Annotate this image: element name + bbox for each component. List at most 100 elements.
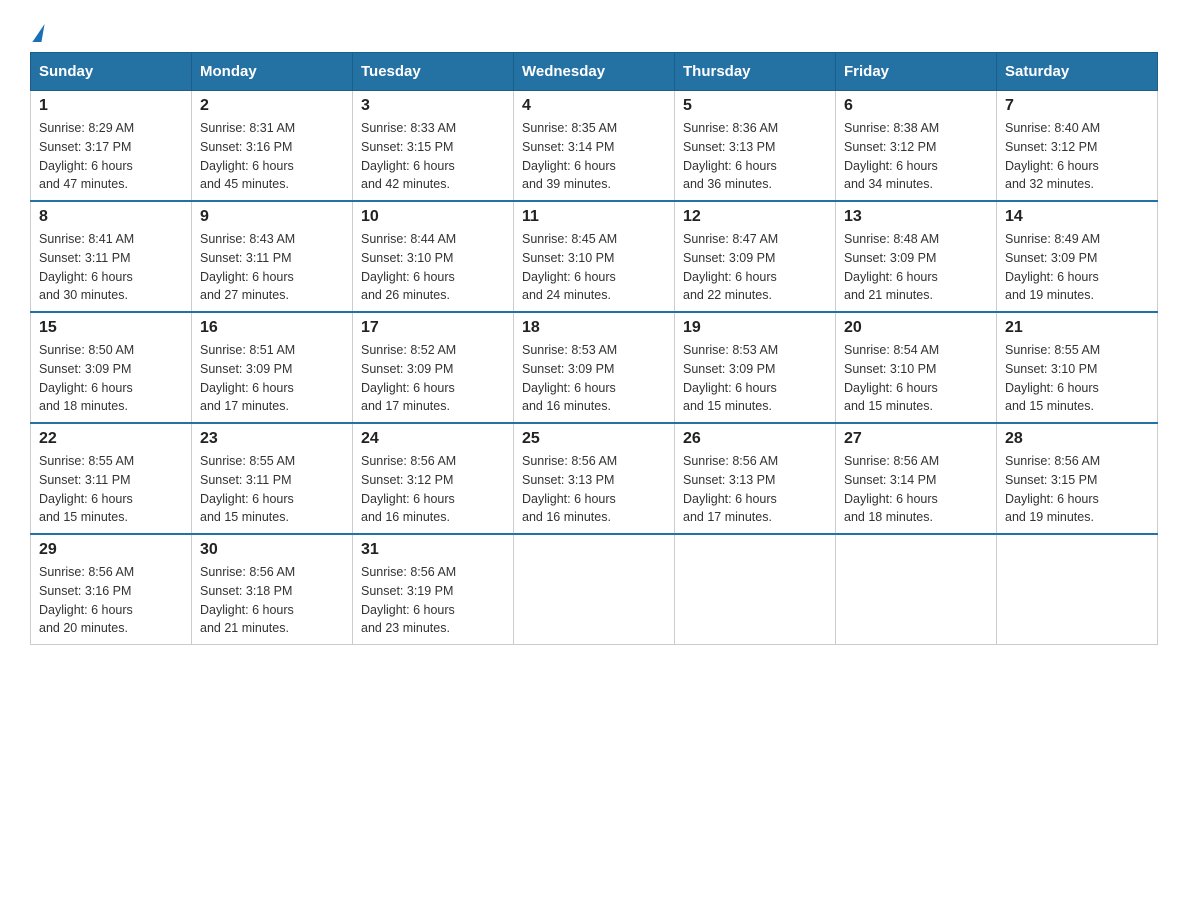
calendar-cell: 24 Sunrise: 8:56 AM Sunset: 3:12 PM Dayl… [353, 423, 514, 534]
day-number: 26 [683, 430, 827, 448]
calendar-cell: 27 Sunrise: 8:56 AM Sunset: 3:14 PM Dayl… [836, 423, 997, 534]
day-info: Sunrise: 8:45 AM Sunset: 3:10 PM Dayligh… [522, 230, 666, 305]
day-number: 1 [39, 97, 183, 115]
calendar-cell: 31 Sunrise: 8:56 AM Sunset: 3:19 PM Dayl… [353, 534, 514, 645]
day-number: 10 [361, 208, 505, 226]
day-number: 3 [361, 97, 505, 115]
day-info: Sunrise: 8:41 AM Sunset: 3:11 PM Dayligh… [39, 230, 183, 305]
calendar-week-row: 29 Sunrise: 8:56 AM Sunset: 3:16 PM Dayl… [31, 534, 1158, 645]
calendar-cell: 15 Sunrise: 8:50 AM Sunset: 3:09 PM Dayl… [31, 312, 192, 423]
day-number: 19 [683, 319, 827, 337]
calendar-cell: 29 Sunrise: 8:56 AM Sunset: 3:16 PM Dayl… [31, 534, 192, 645]
calendar-week-row: 1 Sunrise: 8:29 AM Sunset: 3:17 PM Dayli… [31, 91, 1158, 202]
calendar-table: SundayMondayTuesdayWednesdayThursdayFrid… [30, 52, 1158, 645]
calendar-cell: 3 Sunrise: 8:33 AM Sunset: 3:15 PM Dayli… [353, 91, 514, 202]
day-info: Sunrise: 8:56 AM Sunset: 3:15 PM Dayligh… [1005, 452, 1149, 527]
calendar-cell: 6 Sunrise: 8:38 AM Sunset: 3:12 PM Dayli… [836, 91, 997, 202]
day-info: Sunrise: 8:40 AM Sunset: 3:12 PM Dayligh… [1005, 119, 1149, 194]
calendar-cell: 25 Sunrise: 8:56 AM Sunset: 3:13 PM Dayl… [514, 423, 675, 534]
weekday-header-sunday: Sunday [31, 53, 192, 91]
day-number: 15 [39, 319, 183, 337]
day-number: 5 [683, 97, 827, 115]
day-info: Sunrise: 8:35 AM Sunset: 3:14 PM Dayligh… [522, 119, 666, 194]
calendar-cell [836, 534, 997, 645]
day-number: 6 [844, 97, 988, 115]
day-number: 8 [39, 208, 183, 226]
day-number: 24 [361, 430, 505, 448]
day-info: Sunrise: 8:56 AM Sunset: 3:16 PM Dayligh… [39, 563, 183, 638]
day-number: 31 [361, 541, 505, 559]
day-number: 2 [200, 97, 344, 115]
calendar-week-row: 15 Sunrise: 8:50 AM Sunset: 3:09 PM Dayl… [31, 312, 1158, 423]
day-number: 12 [683, 208, 827, 226]
day-number: 16 [200, 319, 344, 337]
calendar-cell [514, 534, 675, 645]
day-number: 17 [361, 319, 505, 337]
day-info: Sunrise: 8:49 AM Sunset: 3:09 PM Dayligh… [1005, 230, 1149, 305]
day-info: Sunrise: 8:51 AM Sunset: 3:09 PM Dayligh… [200, 341, 344, 416]
day-number: 28 [1005, 430, 1149, 448]
day-info: Sunrise: 8:55 AM Sunset: 3:10 PM Dayligh… [1005, 341, 1149, 416]
day-info: Sunrise: 8:36 AM Sunset: 3:13 PM Dayligh… [683, 119, 827, 194]
day-info: Sunrise: 8:38 AM Sunset: 3:12 PM Dayligh… [844, 119, 988, 194]
day-info: Sunrise: 8:56 AM Sunset: 3:18 PM Dayligh… [200, 563, 344, 638]
day-info: Sunrise: 8:48 AM Sunset: 3:09 PM Dayligh… [844, 230, 988, 305]
weekday-header-tuesday: Tuesday [353, 53, 514, 91]
day-info: Sunrise: 8:56 AM Sunset: 3:19 PM Dayligh… [361, 563, 505, 638]
weekday-header-wednesday: Wednesday [514, 53, 675, 91]
calendar-cell: 7 Sunrise: 8:40 AM Sunset: 3:12 PM Dayli… [997, 91, 1158, 202]
calendar-cell: 28 Sunrise: 8:56 AM Sunset: 3:15 PM Dayl… [997, 423, 1158, 534]
calendar-cell: 17 Sunrise: 8:52 AM Sunset: 3:09 PM Dayl… [353, 312, 514, 423]
day-number: 11 [522, 208, 666, 226]
calendar-cell: 8 Sunrise: 8:41 AM Sunset: 3:11 PM Dayli… [31, 201, 192, 312]
day-info: Sunrise: 8:56 AM Sunset: 3:14 PM Dayligh… [844, 452, 988, 527]
day-number: 18 [522, 319, 666, 337]
calendar-cell: 30 Sunrise: 8:56 AM Sunset: 3:18 PM Dayl… [192, 534, 353, 645]
calendar-cell [675, 534, 836, 645]
day-info: Sunrise: 8:56 AM Sunset: 3:13 PM Dayligh… [683, 452, 827, 527]
weekday-header-thursday: Thursday [675, 53, 836, 91]
calendar-cell [997, 534, 1158, 645]
calendar-cell: 9 Sunrise: 8:43 AM Sunset: 3:11 PM Dayli… [192, 201, 353, 312]
day-info: Sunrise: 8:31 AM Sunset: 3:16 PM Dayligh… [200, 119, 344, 194]
calendar-cell: 19 Sunrise: 8:53 AM Sunset: 3:09 PM Dayl… [675, 312, 836, 423]
day-number: 22 [39, 430, 183, 448]
day-info: Sunrise: 8:29 AM Sunset: 3:17 PM Dayligh… [39, 119, 183, 194]
calendar-cell: 23 Sunrise: 8:55 AM Sunset: 3:11 PM Dayl… [192, 423, 353, 534]
day-number: 20 [844, 319, 988, 337]
calendar-week-row: 22 Sunrise: 8:55 AM Sunset: 3:11 PM Dayl… [31, 423, 1158, 534]
calendar-week-row: 8 Sunrise: 8:41 AM Sunset: 3:11 PM Dayli… [31, 201, 1158, 312]
weekday-header-saturday: Saturday [997, 53, 1158, 91]
weekday-header-row: SundayMondayTuesdayWednesdayThursdayFrid… [31, 53, 1158, 91]
calendar-cell: 20 Sunrise: 8:54 AM Sunset: 3:10 PM Dayl… [836, 312, 997, 423]
calendar-cell: 22 Sunrise: 8:55 AM Sunset: 3:11 PM Dayl… [31, 423, 192, 534]
calendar-cell: 16 Sunrise: 8:51 AM Sunset: 3:09 PM Dayl… [192, 312, 353, 423]
day-info: Sunrise: 8:54 AM Sunset: 3:10 PM Dayligh… [844, 341, 988, 416]
calendar-cell: 5 Sunrise: 8:36 AM Sunset: 3:13 PM Dayli… [675, 91, 836, 202]
day-info: Sunrise: 8:56 AM Sunset: 3:12 PM Dayligh… [361, 452, 505, 527]
day-number: 21 [1005, 319, 1149, 337]
calendar-cell: 4 Sunrise: 8:35 AM Sunset: 3:14 PM Dayli… [514, 91, 675, 202]
day-info: Sunrise: 8:55 AM Sunset: 3:11 PM Dayligh… [200, 452, 344, 527]
day-number: 14 [1005, 208, 1149, 226]
day-info: Sunrise: 8:47 AM Sunset: 3:09 PM Dayligh… [683, 230, 827, 305]
day-info: Sunrise: 8:55 AM Sunset: 3:11 PM Dayligh… [39, 452, 183, 527]
calendar-cell: 1 Sunrise: 8:29 AM Sunset: 3:17 PM Dayli… [31, 91, 192, 202]
day-number: 30 [200, 541, 344, 559]
day-number: 23 [200, 430, 344, 448]
weekday-header-monday: Monday [192, 53, 353, 91]
day-info: Sunrise: 8:44 AM Sunset: 3:10 PM Dayligh… [361, 230, 505, 305]
calendar-cell: 14 Sunrise: 8:49 AM Sunset: 3:09 PM Dayl… [997, 201, 1158, 312]
calendar-cell: 21 Sunrise: 8:55 AM Sunset: 3:10 PM Dayl… [997, 312, 1158, 423]
calendar-cell: 13 Sunrise: 8:48 AM Sunset: 3:09 PM Dayl… [836, 201, 997, 312]
day-info: Sunrise: 8:53 AM Sunset: 3:09 PM Dayligh… [522, 341, 666, 416]
weekday-header-friday: Friday [836, 53, 997, 91]
day-number: 13 [844, 208, 988, 226]
logo [30, 20, 43, 42]
day-number: 7 [1005, 97, 1149, 115]
calendar-cell: 18 Sunrise: 8:53 AM Sunset: 3:09 PM Dayl… [514, 312, 675, 423]
day-info: Sunrise: 8:53 AM Sunset: 3:09 PM Dayligh… [683, 341, 827, 416]
calendar-cell: 10 Sunrise: 8:44 AM Sunset: 3:10 PM Dayl… [353, 201, 514, 312]
day-number: 9 [200, 208, 344, 226]
page-header [30, 20, 1158, 42]
